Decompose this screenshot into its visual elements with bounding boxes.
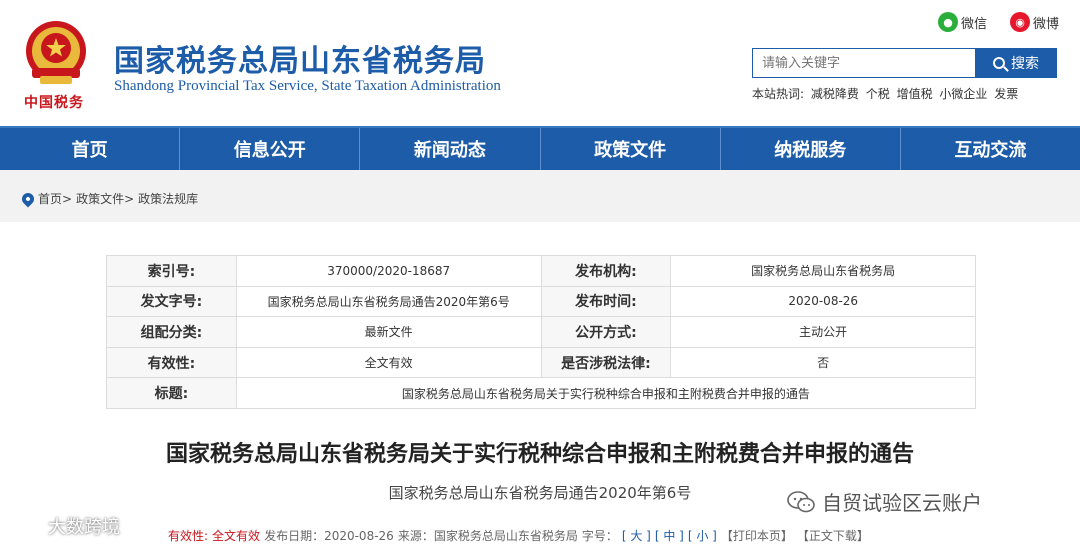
category-label: 组配分类: — [106, 316, 237, 348]
hot-word[interactable]: 减税降费 — [811, 87, 859, 101]
issuer-label: 发布机构: — [540, 255, 672, 287]
docno-label: 发文字号: — [106, 285, 237, 318]
emblem-caption: 中国税务 — [24, 95, 84, 111]
table-row: 组配分类: 最新文件 公开方式: 主动公开 — [106, 316, 976, 348]
search-button-label: 搜索 — [1011, 56, 1039, 72]
document-meta-table: 索引号: 370000/2020-18687 发布机构: 国家税务总局山东省税务… — [106, 255, 977, 409]
index-value: 370000/2020-18687 — [235, 255, 542, 287]
weibo-icon: ◉ — [1010, 12, 1030, 32]
date-value: 2020-08-26 — [670, 285, 976, 318]
breadcrumb: 首页> 政策文件> 政策法规库 — [19, 190, 202, 207]
date-label: 发布时间: — [540, 285, 672, 318]
account-watermark-text: 自贸试验区云账户 — [822, 491, 982, 515]
nav-item-info[interactable]: 信息公开 — [180, 128, 361, 170]
breadcrumb-home[interactable]: 首页> — [38, 190, 72, 207]
main-nav: 首页 信息公开 新闻动态 政策文件 纳税服务 互动交流 — [0, 126, 1080, 170]
title-label: 标题: — [106, 377, 237, 409]
info-source: 来源：国家税务总局山东省税务局 — [397, 529, 578, 543]
font-small-button[interactable]: [ 小 ] — [688, 527, 717, 544]
brand-watermark-text: 大数跨境 — [48, 517, 120, 538]
open-label: 公开方式: — [540, 316, 672, 348]
taxlaw-value: 否 — [670, 346, 976, 379]
validity-label: 有效性: — [106, 346, 237, 379]
site-title[interactable]: 国家税务总局山东省税务局 — [114, 36, 486, 80]
download-button[interactable]: 【正文下载】 — [797, 527, 869, 544]
search-button[interactable]: 搜索 — [975, 48, 1057, 78]
nav-item-home[interactable]: 首页 — [0, 128, 181, 170]
table-row: 有效性: 全文有效 是否涉税法律: 否 — [106, 346, 976, 379]
account-watermark: 自贸试验区云账户 — [786, 487, 982, 516]
search-input[interactable] — [752, 48, 976, 78]
title-value: 国家税务总局山东省税务局关于实行税种综合申报和主附税费合并申报的通告 — [235, 377, 977, 409]
validity-value: 全文有效 — [235, 346, 542, 379]
location-pin-icon — [19, 190, 37, 207]
category-value: 最新文件 — [235, 316, 542, 348]
wechat-watermark-icon — [787, 490, 815, 512]
open-value: 主动公开 — [670, 316, 976, 348]
site-header: 中国税务 国家税务总局山东省税务局 Shandong Provincial Ta… — [0, 0, 1080, 126]
table-row: 发文字号: 国家税务总局山东省税务局通告2020年第6号 发布时间: 2020-… — [106, 285, 976, 318]
nav-item-interaction[interactable]: 互动交流 — [901, 128, 1080, 170]
nav-item-news[interactable]: 新闻动态 — [360, 128, 541, 170]
wechat-label: 微信 — [961, 16, 988, 32]
table-row: 标题: 国家税务总局山东省税务局关于实行税种综合申报和主附税费合并申报的通告 — [106, 377, 977, 409]
brand-watermark: 大数跨境 — [10, 513, 120, 539]
font-medium-button[interactable]: [ 中 ] — [655, 527, 684, 544]
font-large-button[interactable]: [ 大 ] — [622, 527, 651, 544]
info-date: 发布日期：2020-08-26 — [264, 529, 394, 543]
breadcrumb-library[interactable]: 政策法规库 — [138, 190, 198, 207]
hot-word[interactable]: 个税 — [866, 87, 890, 101]
wechat-icon: ● — [938, 12, 958, 32]
hot-word[interactable]: 小微企业 — [939, 87, 987, 101]
document-title: 国家税务总局山东省税务局关于实行税种综合申报和主附税费合并申报的通告 — [165, 442, 914, 467]
hot-words-label: 本站热词: — [752, 87, 805, 101]
font-size-label: 字号： — [581, 529, 618, 543]
hot-word[interactable]: 发票 — [994, 87, 1018, 101]
issuer-value: 国家税务总局山东省税务局 — [670, 255, 976, 287]
tax-emblem-icon — [26, 21, 86, 84]
info-validity-value: 全文有效 — [212, 529, 261, 543]
table-row: 索引号: 370000/2020-18687 发布机构: 国家税务总局山东省税务… — [106, 255, 976, 287]
wechat-link[interactable]: ● 微信 — [938, 12, 987, 32]
weibo-label: 微博 — [1033, 16, 1060, 32]
weibo-link[interactable]: ◉ 微博 — [1010, 12, 1059, 32]
docno-value: 国家税务总局山东省税务局通告2020年第6号 — [235, 285, 542, 318]
breadcrumb-policy[interactable]: 政策文件> — [76, 190, 134, 207]
hot-word[interactable]: 增值税 — [897, 87, 933, 101]
taxlaw-label: 是否涉税法律: — [540, 346, 672, 379]
site-subtitle: Shandong Provincial Tax Service, State T… — [114, 78, 501, 94]
print-button[interactable]: 【打印本页】 — [721, 527, 793, 544]
nav-item-policy[interactable]: 政策文件 — [541, 128, 721, 170]
hot-words: 本站热词: 减税降费 个税 增值税 小微企业 发票 — [752, 85, 1021, 102]
search-icon — [993, 57, 1005, 69]
info-validity-label: 有效性: — [168, 529, 209, 543]
nav-item-service[interactable]: 纳税服务 — [721, 128, 901, 170]
weibo-watermark-icon — [11, 517, 40, 537]
index-label: 索引号: — [106, 255, 237, 287]
document-info-line: 有效性: 全文有效 发布日期：2020-08-26 来源：国家税务总局山东省税务… — [168, 527, 873, 544]
